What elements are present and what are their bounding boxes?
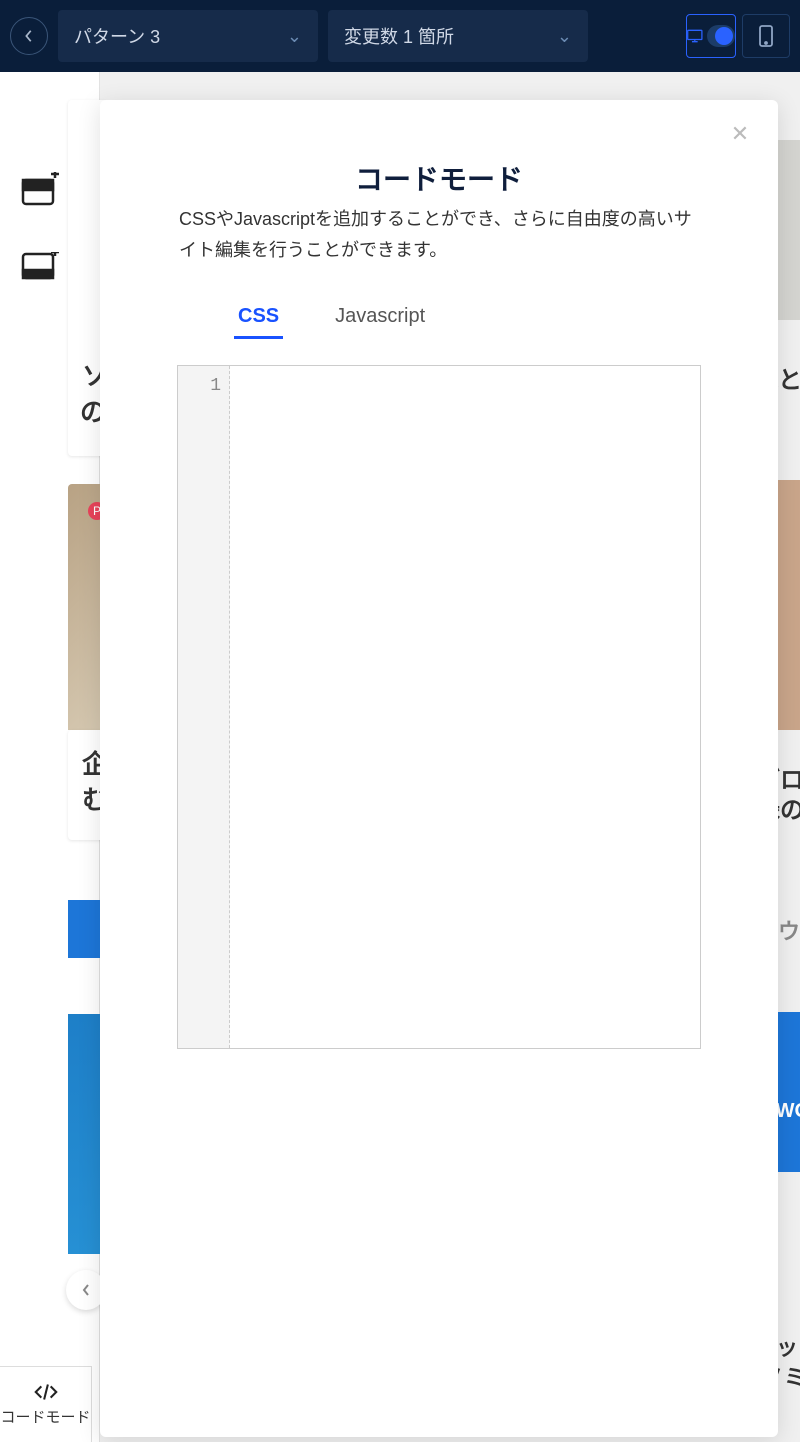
bg-text: ウ [778,914,800,946]
chevron-down-icon: ⌄ [557,26,572,47]
modal-description: CSSやJavascriptを追加することができ、さらに自由度の高いサイト編集を… [179,204,699,265]
preview-toggle[interactable] [707,25,735,47]
pattern-label: パターン 3 [74,23,160,49]
bg-image [778,480,800,730]
code-mode-label: コードモード [0,1406,90,1427]
add-top-icon [21,172,59,206]
close-icon: ✕ [731,121,749,147]
bg-image [778,1012,800,1172]
add-bottom-icon [21,252,59,286]
tab-css[interactable]: CSS [234,305,283,339]
mobile-view-button[interactable] [742,14,790,58]
changes-label: 変更数 1 箇所 [344,23,454,49]
pattern-selector[interactable]: パターン 3 ⌄ [58,10,318,62]
chevron-down-icon: ⌄ [287,26,302,47]
tab-javascript[interactable]: Javascript [331,305,429,339]
mobile-icon [759,25,773,47]
desktop-icon [687,27,703,45]
top-bar: パターン 3 ⌄ 変更数 1 箇所 ⌄ [0,0,800,72]
chevron-left-icon [22,29,36,43]
line-number: 1 [178,376,221,396]
changes-selector[interactable]: 変更数 1 箇所 ⌄ [328,10,588,62]
line-gutter: 1 [178,366,230,1048]
device-desktop-toggle [686,14,736,58]
left-tools [15,150,65,308]
code-mode-button[interactable]: コードモード [0,1366,92,1442]
bg-text: ッ [776,1330,798,1362]
code-input[interactable] [230,366,700,1048]
modal-title: コードモード [130,158,748,198]
add-bottom-element-button[interactable] [15,244,65,294]
device-group [686,14,790,58]
code-tabs: CSS Javascript [234,305,748,339]
add-top-element-button[interactable] [15,164,65,214]
code-editor: 1 [177,365,701,1049]
desktop-view-button[interactable] [687,15,735,57]
bg-image [778,140,800,320]
close-button[interactable]: ✕ [726,120,754,148]
bg-text: WO [776,1100,800,1123]
back-button[interactable] [10,17,48,55]
code-icon [32,1382,60,1402]
code-mode-modal: ✕ コードモード CSSやJavascriptを追加することができ、さらに自由度… [100,100,778,1437]
chevron-left-icon [81,1283,91,1297]
